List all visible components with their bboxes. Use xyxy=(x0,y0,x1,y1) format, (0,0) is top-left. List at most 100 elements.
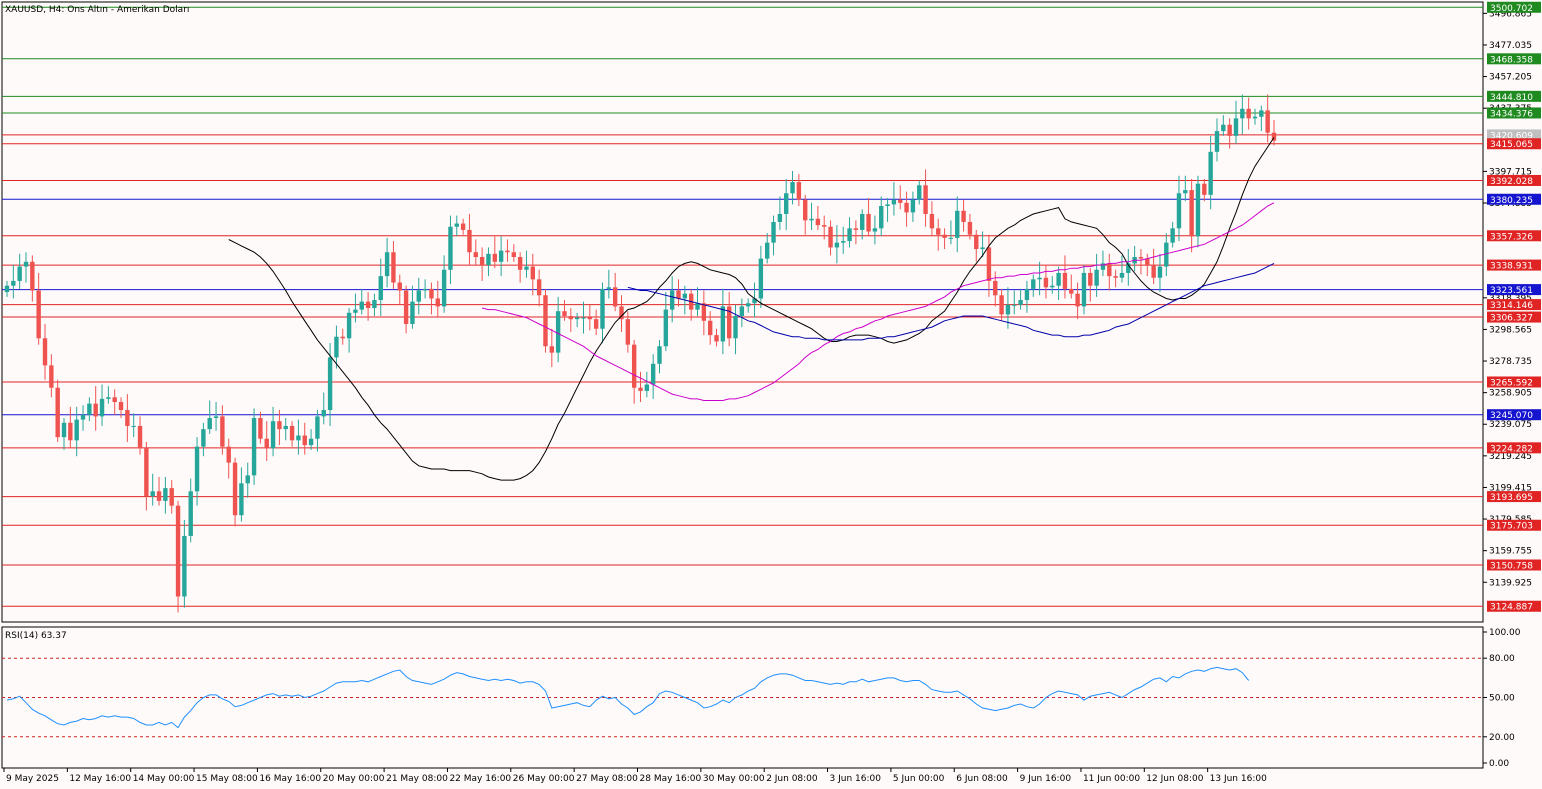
candle-body xyxy=(1157,266,1163,278)
rsi-tick-label: 80.00 xyxy=(1489,654,1515,664)
time-tick-label: 3 Jun 16:00 xyxy=(830,774,882,784)
price-level-value: 3468.358 xyxy=(1490,55,1533,65)
time-tick-label: 12 Jun 08:00 xyxy=(1146,774,1203,784)
candle-body xyxy=(169,488,174,506)
candle-body xyxy=(695,303,700,310)
time-tick-label: 20 May 00:00 xyxy=(323,774,385,784)
candle-body xyxy=(758,258,764,299)
price-tick-label: 3159.755 xyxy=(1489,547,1532,557)
candle-body xyxy=(201,429,206,447)
candle-body xyxy=(986,247,992,281)
chart-canvas: 3496.8653477.0353457.2053437.3753397.715… xyxy=(0,0,1542,789)
candle-body xyxy=(194,446,200,492)
candle-body xyxy=(1031,279,1036,289)
candle-body xyxy=(1227,124,1232,136)
candle-body xyxy=(866,213,871,232)
price-level-value: 3265.592 xyxy=(1490,378,1533,388)
time-tick-label: 13 Jun 16:00 xyxy=(1210,774,1267,784)
time-tick-label: 2 Jun 08:00 xyxy=(766,774,818,784)
candle-body xyxy=(296,435,301,441)
candle-body xyxy=(258,417,263,439)
candle-body xyxy=(701,303,707,321)
candle-body xyxy=(891,199,897,205)
candle-body xyxy=(853,228,859,230)
candle-body xyxy=(239,483,244,516)
rsi-tick-label: 20.00 xyxy=(1489,733,1515,743)
candle-body xyxy=(1170,228,1175,243)
candle-body xyxy=(416,290,421,302)
candle-body xyxy=(410,301,415,324)
candle-body xyxy=(289,425,295,441)
chart-background xyxy=(0,0,1542,789)
price-level-value: 3338.931 xyxy=(1490,262,1533,272)
candle-body xyxy=(1043,277,1049,288)
candle-body xyxy=(1094,269,1099,286)
time-tick-label: 9 May 2025 xyxy=(6,774,59,784)
candle-body xyxy=(232,462,238,516)
price-tick-label: 3239.075 xyxy=(1489,420,1532,430)
candle-body xyxy=(733,315,738,339)
candle-body xyxy=(784,193,789,214)
candle-body xyxy=(131,425,136,427)
candle-body xyxy=(1240,108,1245,119)
candle-body xyxy=(87,403,92,415)
time-tick-label: 22 May 16:00 xyxy=(449,774,511,784)
candle-body xyxy=(118,402,124,411)
candle-body xyxy=(1012,304,1017,306)
candle-body xyxy=(568,315,574,320)
candle-body xyxy=(30,261,35,291)
candle-body xyxy=(948,237,954,239)
candle-body xyxy=(879,206,884,229)
candle-body xyxy=(714,335,719,342)
candle-body xyxy=(308,438,314,446)
candle-body xyxy=(841,241,846,243)
price-tick-label: 3298.565 xyxy=(1489,325,1532,335)
price-level-value: 3314.146 xyxy=(1490,301,1533,311)
candle-body xyxy=(1075,293,1080,307)
price-level-value: 3124.887 xyxy=(1490,603,1533,613)
price-level-value: 3415.065 xyxy=(1490,140,1533,150)
price-level-value: 3380.235 xyxy=(1490,196,1533,206)
candle-body xyxy=(334,336,339,358)
candle-body xyxy=(555,311,561,353)
candle-body xyxy=(150,491,155,497)
candle-body xyxy=(1024,288,1030,301)
candle-body xyxy=(745,303,751,307)
candle-body xyxy=(270,421,276,449)
price-level-value: 3434.376 xyxy=(1490,109,1533,119)
candle-body xyxy=(23,261,29,267)
price-tick-label: 3477.035 xyxy=(1489,41,1532,51)
candle-body xyxy=(638,387,643,391)
candle-body xyxy=(498,250,504,262)
candle-body xyxy=(11,280,16,286)
rsi-tick-label: 0.00 xyxy=(1489,759,1509,769)
candle-body xyxy=(251,417,257,476)
candle-body xyxy=(473,252,478,258)
price-level-value: 3357.326 xyxy=(1490,232,1533,242)
candle-body xyxy=(517,257,523,270)
candle-body xyxy=(777,213,783,222)
candle-body xyxy=(384,252,390,277)
candle-body xyxy=(353,309,358,313)
candle-body xyxy=(967,221,973,235)
candle-body xyxy=(1208,151,1213,195)
candle-body xyxy=(707,320,713,336)
time-tick-label: 21 May 08:00 xyxy=(386,774,448,784)
candle-body xyxy=(93,403,98,417)
price-tick-label: 3457.205 xyxy=(1489,73,1532,83)
candle-body xyxy=(429,288,434,299)
candle-body xyxy=(454,223,459,227)
price-level-value: 3193.695 xyxy=(1490,493,1533,503)
candle-body xyxy=(549,346,555,353)
candle-body xyxy=(422,288,428,291)
price-level-value: 3444.810 xyxy=(1490,93,1533,103)
candle-body xyxy=(917,185,922,200)
candle-body xyxy=(365,301,371,309)
time-tick-label: 16 May 16:00 xyxy=(259,774,321,784)
candle-body xyxy=(359,301,364,310)
rsi-label: RSI(14) 63.37 xyxy=(5,631,67,641)
candle-body xyxy=(511,252,516,258)
rsi-tick-label: 50.00 xyxy=(1489,694,1515,704)
candle-body xyxy=(277,421,282,430)
candle-body xyxy=(1005,304,1011,315)
